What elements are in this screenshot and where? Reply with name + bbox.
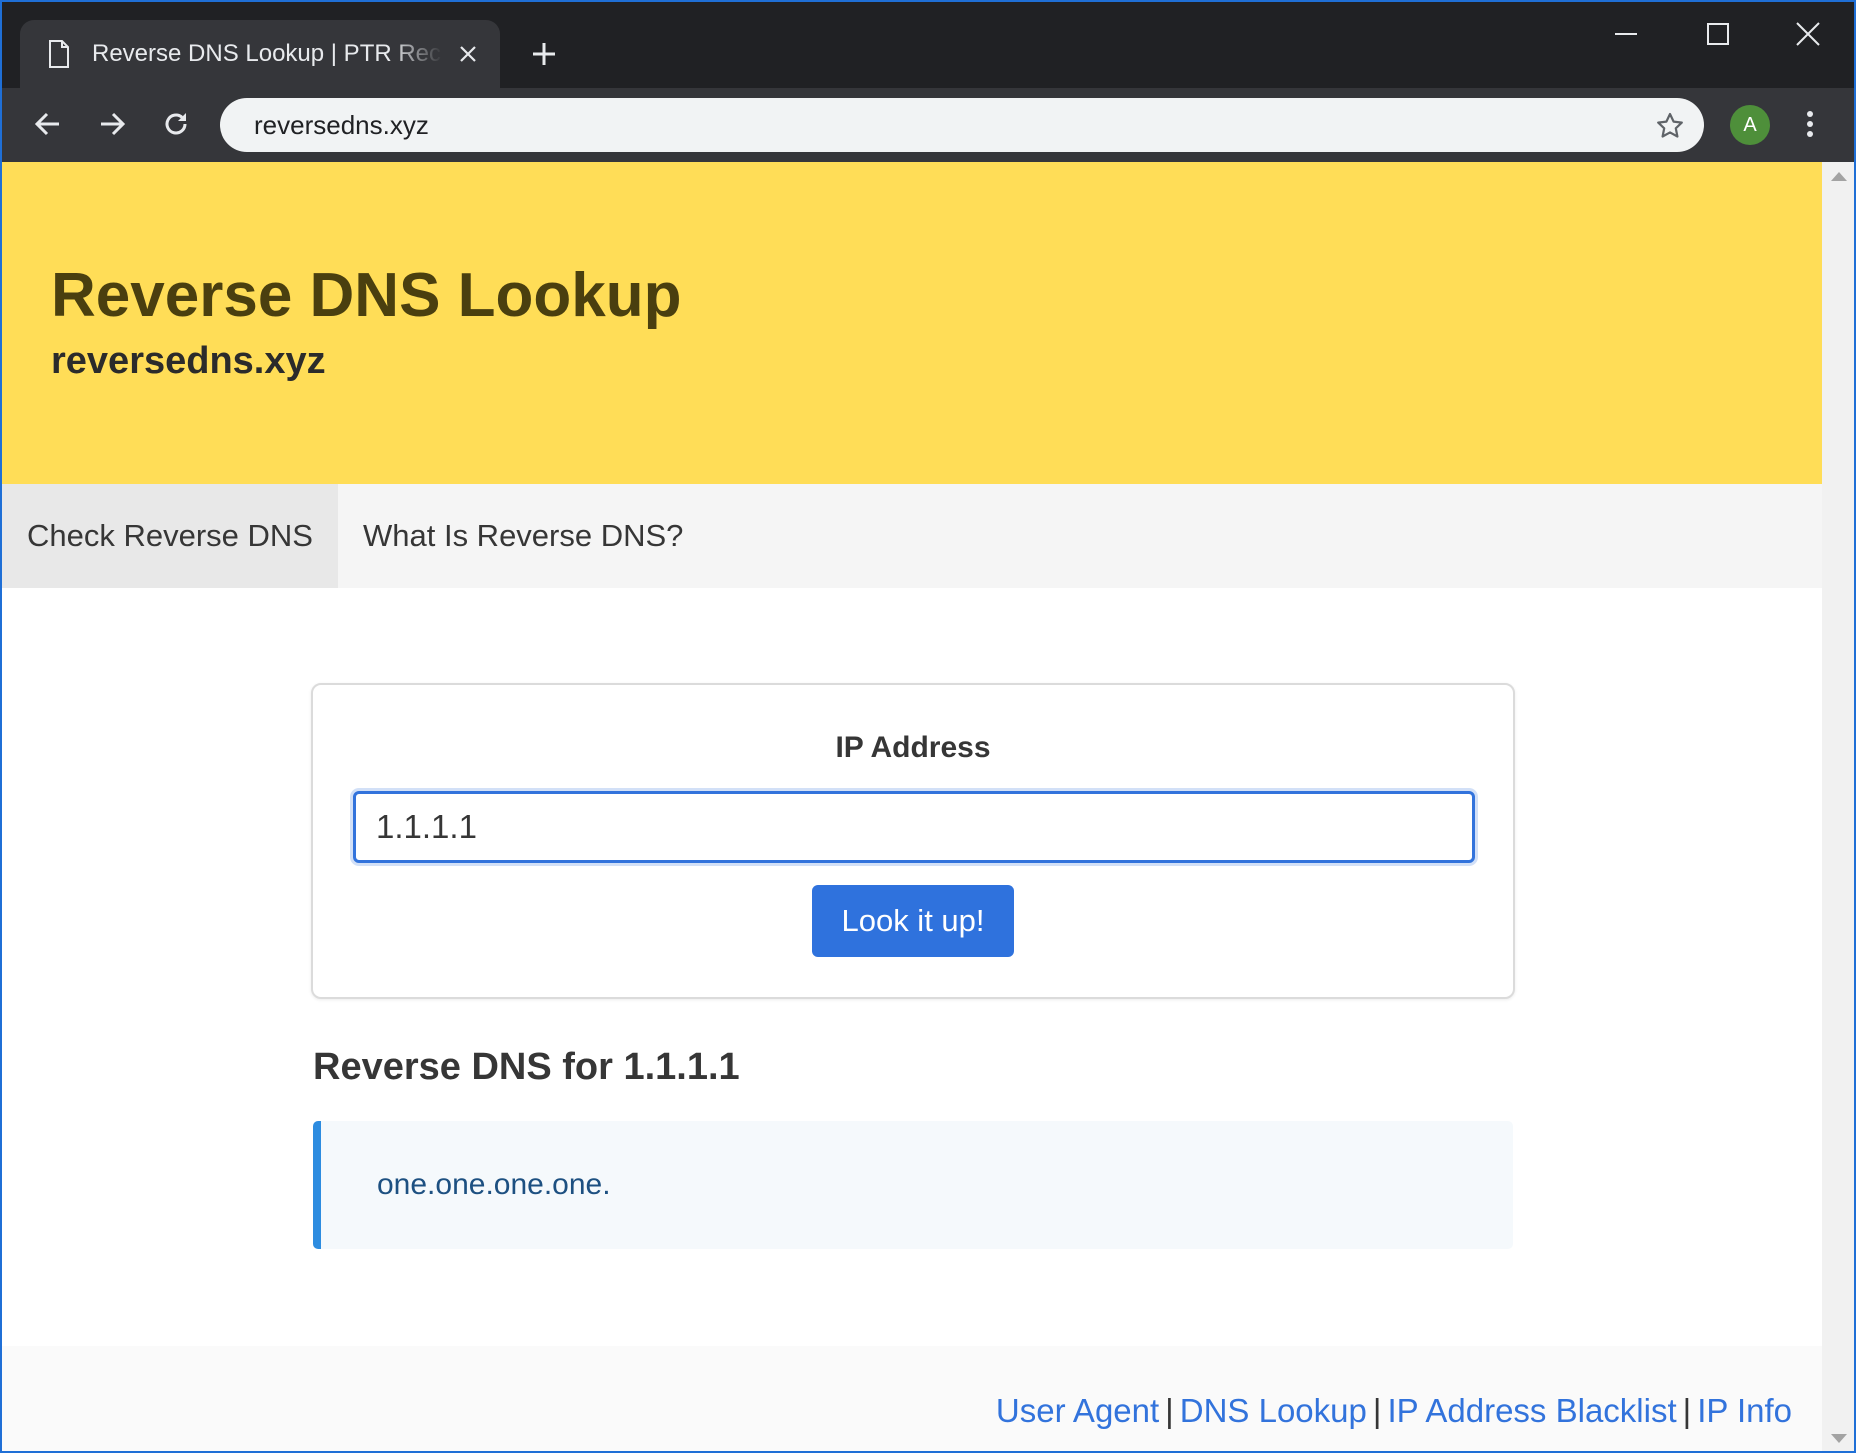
profile-avatar[interactable]: A xyxy=(1730,105,1770,145)
star-icon[interactable] xyxy=(1654,110,1686,142)
tab-check-reverse-dns[interactable]: Check Reverse DNS xyxy=(2,484,338,588)
page-icon xyxy=(46,38,72,70)
browser-tab[interactable]: Reverse DNS Lookup | PTR Record Lookup xyxy=(20,20,500,88)
tab-what-is-reverse-dns[interactable]: What Is Reverse DNS? xyxy=(338,484,708,588)
close-window-icon[interactable] xyxy=(1778,12,1838,56)
reload-icon[interactable] xyxy=(156,104,196,144)
nav-tabs: Check Reverse DNS What Is Reverse DNS? xyxy=(2,484,1822,588)
maximize-icon[interactable] xyxy=(1688,12,1748,56)
footer-link-dns-lookup[interactable]: DNS Lookup xyxy=(1180,1392,1367,1429)
footer-link-user-agent[interactable]: User Agent xyxy=(996,1392,1159,1429)
browser-window: Reverse DNS Lookup | PTR Record Lookup xyxy=(0,0,1856,1453)
plus-icon[interactable] xyxy=(526,36,562,72)
ip-address-input[interactable] xyxy=(353,791,1475,863)
footer-separator: | xyxy=(1165,1392,1174,1429)
ptr-result: one.one.one.one. xyxy=(377,1168,611,1201)
footer-link-ip-info[interactable]: IP Info xyxy=(1697,1392,1792,1429)
arrow-left-icon[interactable] xyxy=(28,104,68,144)
footer-separator: | xyxy=(1372,1392,1382,1429)
lookup-form-card: IP Address Look it up! xyxy=(311,683,1515,999)
footer-separator: | xyxy=(1682,1392,1692,1429)
address-bar[interactable]: reversedns.xyz xyxy=(220,98,1704,152)
close-icon[interactable] xyxy=(454,40,482,68)
minimize-icon[interactable] xyxy=(1596,12,1656,56)
page-subtitle: reversedns.xyz xyxy=(51,340,326,382)
result-box: one.one.one.one. xyxy=(313,1121,1513,1249)
hero-banner: Reverse DNS Lookup reversedns.xyz xyxy=(2,162,1822,484)
arrow-right-icon[interactable] xyxy=(92,104,132,144)
browser-toolbar: reversedns.xyz A xyxy=(2,88,1854,162)
scroll-down-arrow-icon[interactable] xyxy=(1831,1434,1847,1443)
page-title: Reverse DNS Lookup xyxy=(51,261,682,330)
footer: User Agent | DNS Lookup | IP Address Blackli… xyxy=(2,1346,1822,1451)
scroll-up-arrow-icon[interactable] xyxy=(1831,172,1847,181)
page-viewport: Reverse DNS Lookup reversedns.xyz Check … xyxy=(2,162,1822,1451)
url-text: reversedns.xyz xyxy=(254,109,429,140)
ip-address-label: IP Address xyxy=(835,731,991,764)
more-vertical-icon[interactable] xyxy=(1794,104,1826,144)
footer-link-ip-blacklist[interactable]: IP Address Blacklist xyxy=(1387,1392,1676,1429)
tab-title: Reverse DNS Lookup | PTR Record Lookup xyxy=(92,40,442,67)
tab-strip: Reverse DNS Lookup | PTR Record Lookup xyxy=(2,2,1854,88)
result-heading: Reverse DNS for 1.1.1.1 xyxy=(313,1046,740,1088)
footer-links: User Agent | DNS Lookup | IP Address Blackli… xyxy=(996,1392,1792,1430)
look-it-up-button[interactable]: Look it up! xyxy=(812,885,1014,957)
vertical-scrollbar[interactable] xyxy=(1822,162,1854,1451)
